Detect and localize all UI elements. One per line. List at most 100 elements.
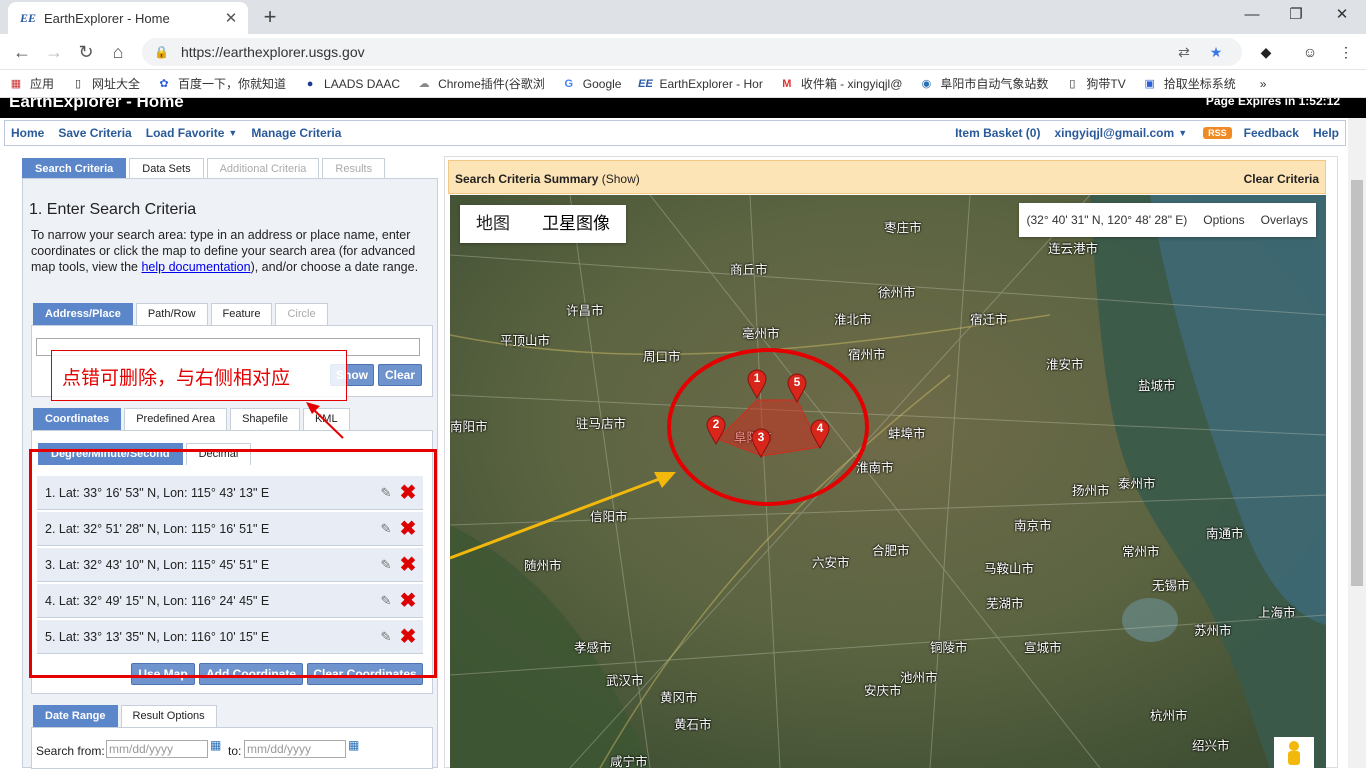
bookmark-item[interactable]: ▣ 拾取坐标系统	[1142, 75, 1236, 92]
city-label: 泰州市	[1118, 477, 1156, 491]
city-label: 信阳市	[590, 510, 628, 524]
tab-path-row[interactable]: Path/Row	[135, 303, 208, 325]
tab-data-sets[interactable]: Data Sets	[129, 158, 204, 180]
tab-predefined-area[interactable]: Predefined Area	[124, 408, 228, 430]
address-bar[interactable]: 🔒 https://earthexplorer.usgs.gov ⇄ ★	[142, 38, 1242, 66]
menu-help[interactable]: Help	[1313, 126, 1339, 140]
city-label: 孝感市	[574, 641, 612, 655]
map-canvas[interactable]: 地图 卫星图像 (32° 40' 31" N, 120° 48' 28" E) …	[450, 195, 1326, 768]
tab-shapefile[interactable]: Shapefile	[230, 408, 300, 430]
menu-save-criteria[interactable]: Save Criteria	[58, 126, 131, 140]
bookmark-star-icon[interactable]: ★	[1206, 42, 1226, 62]
menu-home[interactable]: Home	[11, 126, 44, 140]
close-window-icon[interactable]: ✕	[1320, 4, 1364, 28]
city-label: 许昌市	[566, 304, 604, 318]
clear-criteria-link[interactable]: Clear Criteria	[1244, 172, 1319, 186]
clear-button[interactable]: Clear	[378, 364, 422, 386]
map-type-map[interactable]: 地图	[460, 205, 526, 243]
menu-icon[interactable]: ⋮	[1336, 42, 1356, 62]
menu-manage-criteria[interactable]: Manage Criteria	[251, 126, 341, 140]
calendar-icon[interactable]: ▦	[348, 738, 359, 752]
annotation-highlight-box	[29, 449, 437, 678]
menu-load-favorite[interactable]: Load Favorite	[146, 126, 225, 140]
summary-title: Search Criteria Summary (Show)	[455, 172, 640, 186]
tab-date-range[interactable]: Date Range	[33, 705, 118, 727]
new-tab-button[interactable]: +	[258, 4, 282, 30]
chrome-plugin-icon: ☁	[418, 77, 430, 90]
tab-circle[interactable]: Circle	[275, 303, 328, 325]
city-label: 绍兴市	[1192, 739, 1230, 753]
bookmarks-bar: ▦ 应用 ▯ 网址大全 ✿ 百度一下，你就知道 ● LAADS DAAC ☁ Chrome…	[0, 70, 1366, 98]
more-bookmarks-icon[interactable]: »	[1260, 77, 1267, 91]
criteria-description: To narrow your search area: type in an a…	[31, 228, 419, 274]
menu-feedback[interactable]: Feedback	[1244, 126, 1299, 140]
search-to-input[interactable]: mm/dd/yyyy	[244, 740, 346, 758]
chevron-down-icon[interactable]: ▼	[228, 128, 237, 138]
city-label: 芜湖市	[986, 597, 1024, 611]
city-label: 宿州市	[848, 348, 886, 362]
to-label: to:	[228, 744, 242, 758]
bookmark-item[interactable]: ☁ Chrome插件(谷歌浏	[416, 75, 545, 92]
map-type-control: 地图 卫星图像	[460, 205, 626, 243]
map-marker-pin[interactable]: 5	[787, 373, 807, 404]
bookmark-item[interactable]: ✿ 百度一下，你就知道	[156, 75, 286, 92]
tab-search-criteria[interactable]: Search Criteria	[22, 158, 127, 180]
page-scrollbar[interactable]	[1348, 118, 1366, 768]
reload-icon[interactable]: ↻	[72, 38, 100, 66]
map-marker-pin[interactable]: 3	[751, 428, 771, 459]
chevron-down-icon[interactable]: ▼	[1178, 128, 1187, 138]
map-type-satellite[interactable]: 卫星图像	[526, 205, 626, 243]
map-marker-pin[interactable]: 1	[747, 369, 767, 400]
tab-result-options[interactable]: Result Options	[120, 705, 217, 727]
search-from-label: Search from:	[36, 744, 105, 758]
translate-icon[interactable]: ⇄	[1174, 42, 1194, 62]
tab-feature[interactable]: Feature	[210, 303, 273, 325]
city-label: 武汉市	[606, 674, 644, 688]
tab-coordinates[interactable]: Coordinates	[33, 408, 122, 430]
item-basket[interactable]: Item Basket (0)	[955, 126, 1040, 140]
home-icon[interactable]: ⌂	[104, 38, 132, 66]
tab-address-place[interactable]: Address/Place	[33, 303, 133, 325]
city-label: 铜陵市	[930, 641, 968, 655]
back-icon[interactable]: ←	[8, 38, 36, 66]
search-from-input[interactable]: mm/dd/yyyy	[106, 740, 208, 758]
tab-kml[interactable]: KML	[302, 408, 350, 430]
map-marker-pin[interactable]: 4	[810, 419, 830, 450]
profile-avatar-icon[interactable]: ☺	[1300, 42, 1320, 62]
rss-icon[interactable]: RSS	[1203, 127, 1232, 139]
restore-icon[interactable]: ❐	[1274, 4, 1318, 28]
street-view-pegman-icon[interactable]	[1274, 737, 1314, 768]
city-label: 合肥市	[872, 544, 910, 558]
bookmark-item[interactable]: ▯ 网址大全	[70, 75, 140, 92]
search-criteria-summary: Search Criteria Summary (Show) Clear Cri…	[448, 160, 1326, 194]
map-marker-label: 5	[793, 375, 801, 389]
map-overlays-button[interactable]: Overlays	[1253, 213, 1316, 227]
tab-additional-criteria[interactable]: Additional Criteria	[206, 158, 320, 180]
bookmark-item[interactable]: ● LAADS DAAC	[302, 76, 400, 92]
city-label: 常州市	[1122, 545, 1160, 559]
tab-title: EarthExplorer - Home	[44, 10, 170, 26]
bookmark-item[interactable]: ▦ 应用	[8, 75, 54, 92]
calendar-icon[interactable]: ▦	[210, 738, 221, 752]
close-tab-icon[interactable]: ✕	[220, 9, 242, 27]
bookmark-item[interactable]: ▯ 狗带TV	[1064, 75, 1125, 92]
city-label: 随州市	[524, 559, 562, 573]
summary-show-link[interactable]: (Show)	[602, 172, 640, 186]
help-documentation-link[interactable]: help documentation	[141, 260, 250, 274]
page-icon: ▯	[1069, 77, 1076, 90]
bookmark-item[interactable]: EE EarthExplorer - Hor	[637, 76, 763, 92]
forward-icon[interactable]: →	[40, 38, 68, 66]
bookmark-item[interactable]: M 收件箱 - xingyiqjl@	[779, 75, 902, 92]
user-menu[interactable]: xingyiqjl@gmail.com	[1054, 126, 1174, 140]
city-label: 驻马店市	[576, 417, 627, 431]
bookmark-item[interactable]: G Google	[561, 76, 621, 92]
tab-results[interactable]: Results	[322, 158, 386, 180]
browser-tab[interactable]: EE EarthExplorer - Home ✕	[8, 2, 248, 34]
bookmark-item[interactable]: ◉ 阜阳市自动气象站数	[918, 75, 1049, 92]
map-marker-pin[interactable]: 2	[706, 415, 726, 446]
extension-icon[interactable]: ◆	[1256, 42, 1276, 62]
map-options-button[interactable]: Options	[1195, 213, 1252, 227]
minimize-icon[interactable]: —	[1230, 4, 1274, 28]
city-label: 杭州市	[1150, 709, 1188, 723]
scrollbar-thumb[interactable]	[1351, 180, 1363, 586]
